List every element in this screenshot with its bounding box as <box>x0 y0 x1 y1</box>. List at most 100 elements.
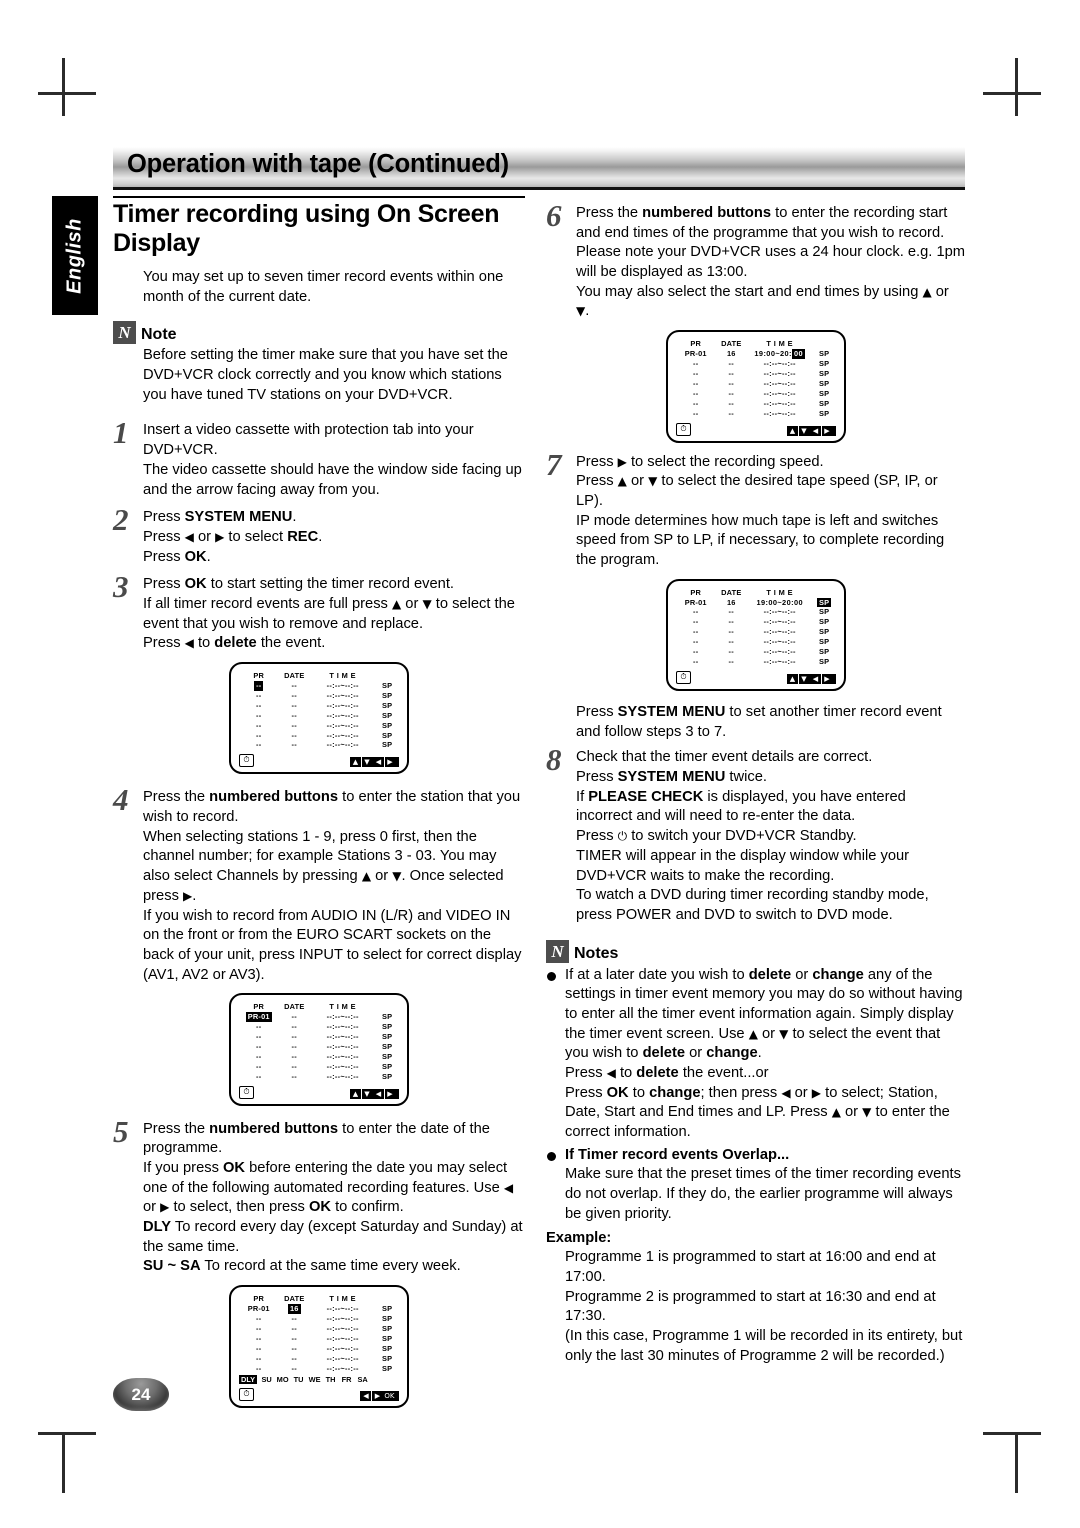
example-line-3: (In this case, Programme 1 will be recor… <box>565 1327 963 1364</box>
osd-pr-value: -- <box>692 627 699 637</box>
osd-col-time: T I M E <box>329 1294 357 1304</box>
osd-row: -- -- --:--~--:-- SP <box>239 1364 399 1374</box>
osd-speed-value: SP <box>819 647 830 657</box>
osd-pr-value: PR-01 <box>247 1304 270 1314</box>
osd-time-value: --:--~--:-- <box>326 1323 359 1333</box>
osd-speed-value: SP <box>382 1012 393 1022</box>
osd-time-value: --:--~--:-- <box>326 730 359 740</box>
osd-row: -- -- --:--~--:-- SP <box>239 701 399 711</box>
step-3-line-1: Press OK to start setting the timer reco… <box>143 576 455 593</box>
crop-mark-bottom-left-h <box>38 1432 96 1435</box>
osd-time-value: --:--~--:-- <box>763 368 796 378</box>
osd-row: -- -- --:--~--:-- SP <box>239 1052 399 1062</box>
osd-nav-icons: ▲ ▼ ◀ ▶ <box>787 425 836 436</box>
step-8-line-4: Press ⏻ to switch your DVD+VCR Standby. <box>576 828 857 845</box>
arrow-left-icon: ◀ <box>810 425 821 436</box>
osd-day-th: TH <box>325 1374 336 1384</box>
osd-speed-value: SP <box>819 368 830 378</box>
notes-bullet-2-line-1: Make sure that the preset times of the t… <box>565 1166 961 1222</box>
step-2: 2 Press SYSTEM MENU. Press ◀ or ▶ to sel… <box>113 502 525 567</box>
osd-col-date: DATE <box>284 1294 305 1304</box>
step-6-line-2: Please note your DVD+VCR uses a 24 hour … <box>576 244 966 281</box>
notes-label: Notes <box>574 944 619 962</box>
step-6: 6 Press the numbered buttons to enter th… <box>546 198 966 322</box>
osd-date-value: -- <box>291 1363 298 1373</box>
note-icon: N <box>113 321 136 345</box>
osd-row: PR-01 -- --:--~--:-- SP <box>239 1012 399 1023</box>
left-column: Timer recording using On Screen Display … <box>113 196 525 1408</box>
osd-row: -- -- --:--~--:-- SP <box>676 657 836 667</box>
step-1-line-2: The video cassette should have the windo… <box>143 461 522 498</box>
osd-date-value: -- <box>728 607 735 617</box>
arrow-down-icon: ▼ <box>798 674 810 684</box>
osd-header-row: PR DATE T I M E <box>239 1002 399 1012</box>
osd-pr-value: -- <box>255 1071 262 1081</box>
osd-footer: ⏱ ▲ ▼ ◀ ▶ <box>239 1085 399 1099</box>
osd-time-value: --:--~--:-- <box>763 398 796 408</box>
osd-pr-value: -- <box>255 1041 262 1051</box>
osd-row: -- -- --:--~--:-- SP <box>239 1354 399 1364</box>
osd-pr-value: -- <box>692 358 699 368</box>
osd-date-value: -- <box>291 740 298 750</box>
osd-pr-value: -- <box>255 1051 262 1061</box>
arrow-up-icon: ▲ <box>350 1088 361 1099</box>
osd-speed-value: SP <box>382 720 393 730</box>
osd-pr-value: -- <box>255 710 262 720</box>
osd-pr-value: -- <box>692 408 699 418</box>
osd-screen-time: PR DATE T I M E PR-01 16 19:00~20: 00 SP … <box>666 330 846 443</box>
osd-pr-value: -- <box>692 378 699 388</box>
step-2-line-2: Press ◀ or ▶ to select REC. <box>143 528 323 545</box>
osd-speed-value: SP <box>382 1363 393 1373</box>
step-7-body: Press ▶ to select the recording speed. P… <box>576 453 966 571</box>
osd-time-value: 19:00~20: <box>754 349 792 359</box>
osd-row: -- -- --:--~--:-- SP <box>239 1344 399 1354</box>
osd-row: PR-01 16 --:--~--:-- SP <box>239 1304 399 1314</box>
osd-row: PR-01 16 19:00~20:00 SP <box>676 597 836 608</box>
step-8-number: 8 <box>546 742 562 778</box>
step-2-number: 2 <box>113 502 129 538</box>
step-8-line-3: If PLEASE CHECK is displayed, you have e… <box>576 788 906 825</box>
page-header-bar: Operation with tape (Continued) <box>113 147 965 190</box>
notes-bullet-1-line-1: If at a later date you wish to delete or… <box>565 966 963 1062</box>
osd-col-date: DATE <box>284 671 305 680</box>
osd-time-value: --:--~--:-- <box>326 1061 359 1071</box>
crop-mark-top-right-v <box>1015 58 1018 116</box>
osd-date-value: -- <box>728 378 735 388</box>
osd-row: -- -- --:--~--:-- SP <box>676 637 836 647</box>
osd-date-value: 16 <box>726 597 736 607</box>
osd-speed-value: SP <box>819 358 830 368</box>
osd-pr-value: -- <box>255 1363 262 1373</box>
osd-speed-value: SP <box>819 398 830 408</box>
osd-footer: ⏱ ▲ ▼ ◀ ▶ <box>676 422 836 436</box>
nav-bar-icon <box>396 1390 399 1401</box>
arrow-right-icon: ▶ <box>821 425 833 436</box>
osd-date-value: -- <box>291 720 298 730</box>
osd-row: -- -- --:--~--:-- SP <box>676 607 836 617</box>
arrow-right-icon: ▶ <box>384 757 396 768</box>
notes-bullet-1-line-2: Press ◀ to delete the event...or <box>565 1065 769 1081</box>
step-3-line-2: If all timer record events are full pres… <box>143 595 515 632</box>
step-5-line-2: If you press OK before entering the date… <box>143 1160 514 1216</box>
step-1-line-1: Insert a video cassette with protection … <box>143 422 474 459</box>
osd-footer: ⏱ ▲ ▼ ◀ ▶ <box>239 754 399 768</box>
step-2-line-3: Press OK. <box>143 548 211 565</box>
osd-screen-station: PR DATE T I M E PR-01 -- --:--~--:-- SP … <box>229 993 409 1106</box>
osd-speed-value: SP <box>382 1022 393 1032</box>
step-5-number: 5 <box>113 1113 129 1149</box>
nav-bar-icon <box>396 757 399 768</box>
osd-time-value: --:--~--:-- <box>326 1041 359 1051</box>
osd-speed-value: SP <box>382 730 393 740</box>
step-6-body: Press the numbered buttons to enter the … <box>576 204 966 322</box>
osd-time-value: --:--~--:-- <box>763 657 796 667</box>
osd-header-row: PR DATE T I M E <box>239 671 399 681</box>
step-7-line-3: IP mode determines how much tape is left… <box>576 512 945 568</box>
osd-weekday-row: DLY SU MO TU WE TH FR SA <box>239 1374 399 1384</box>
osd-date-value: -- <box>728 617 735 627</box>
osd-time-value: --:--~--:-- <box>763 378 796 388</box>
osd-time-value: --:--~--:-- <box>763 617 796 627</box>
osd-date-value: 16 <box>726 349 736 359</box>
osd-time-value: --:--~--:-- <box>326 1032 359 1042</box>
osd-nav-icons: ▲ ▼ ◀ ▶ <box>787 674 836 684</box>
osd-col-pr: PR <box>253 1294 265 1304</box>
step-2-body: Press SYSTEM MENU. Press ◀ or ▶ to selec… <box>143 508 525 567</box>
